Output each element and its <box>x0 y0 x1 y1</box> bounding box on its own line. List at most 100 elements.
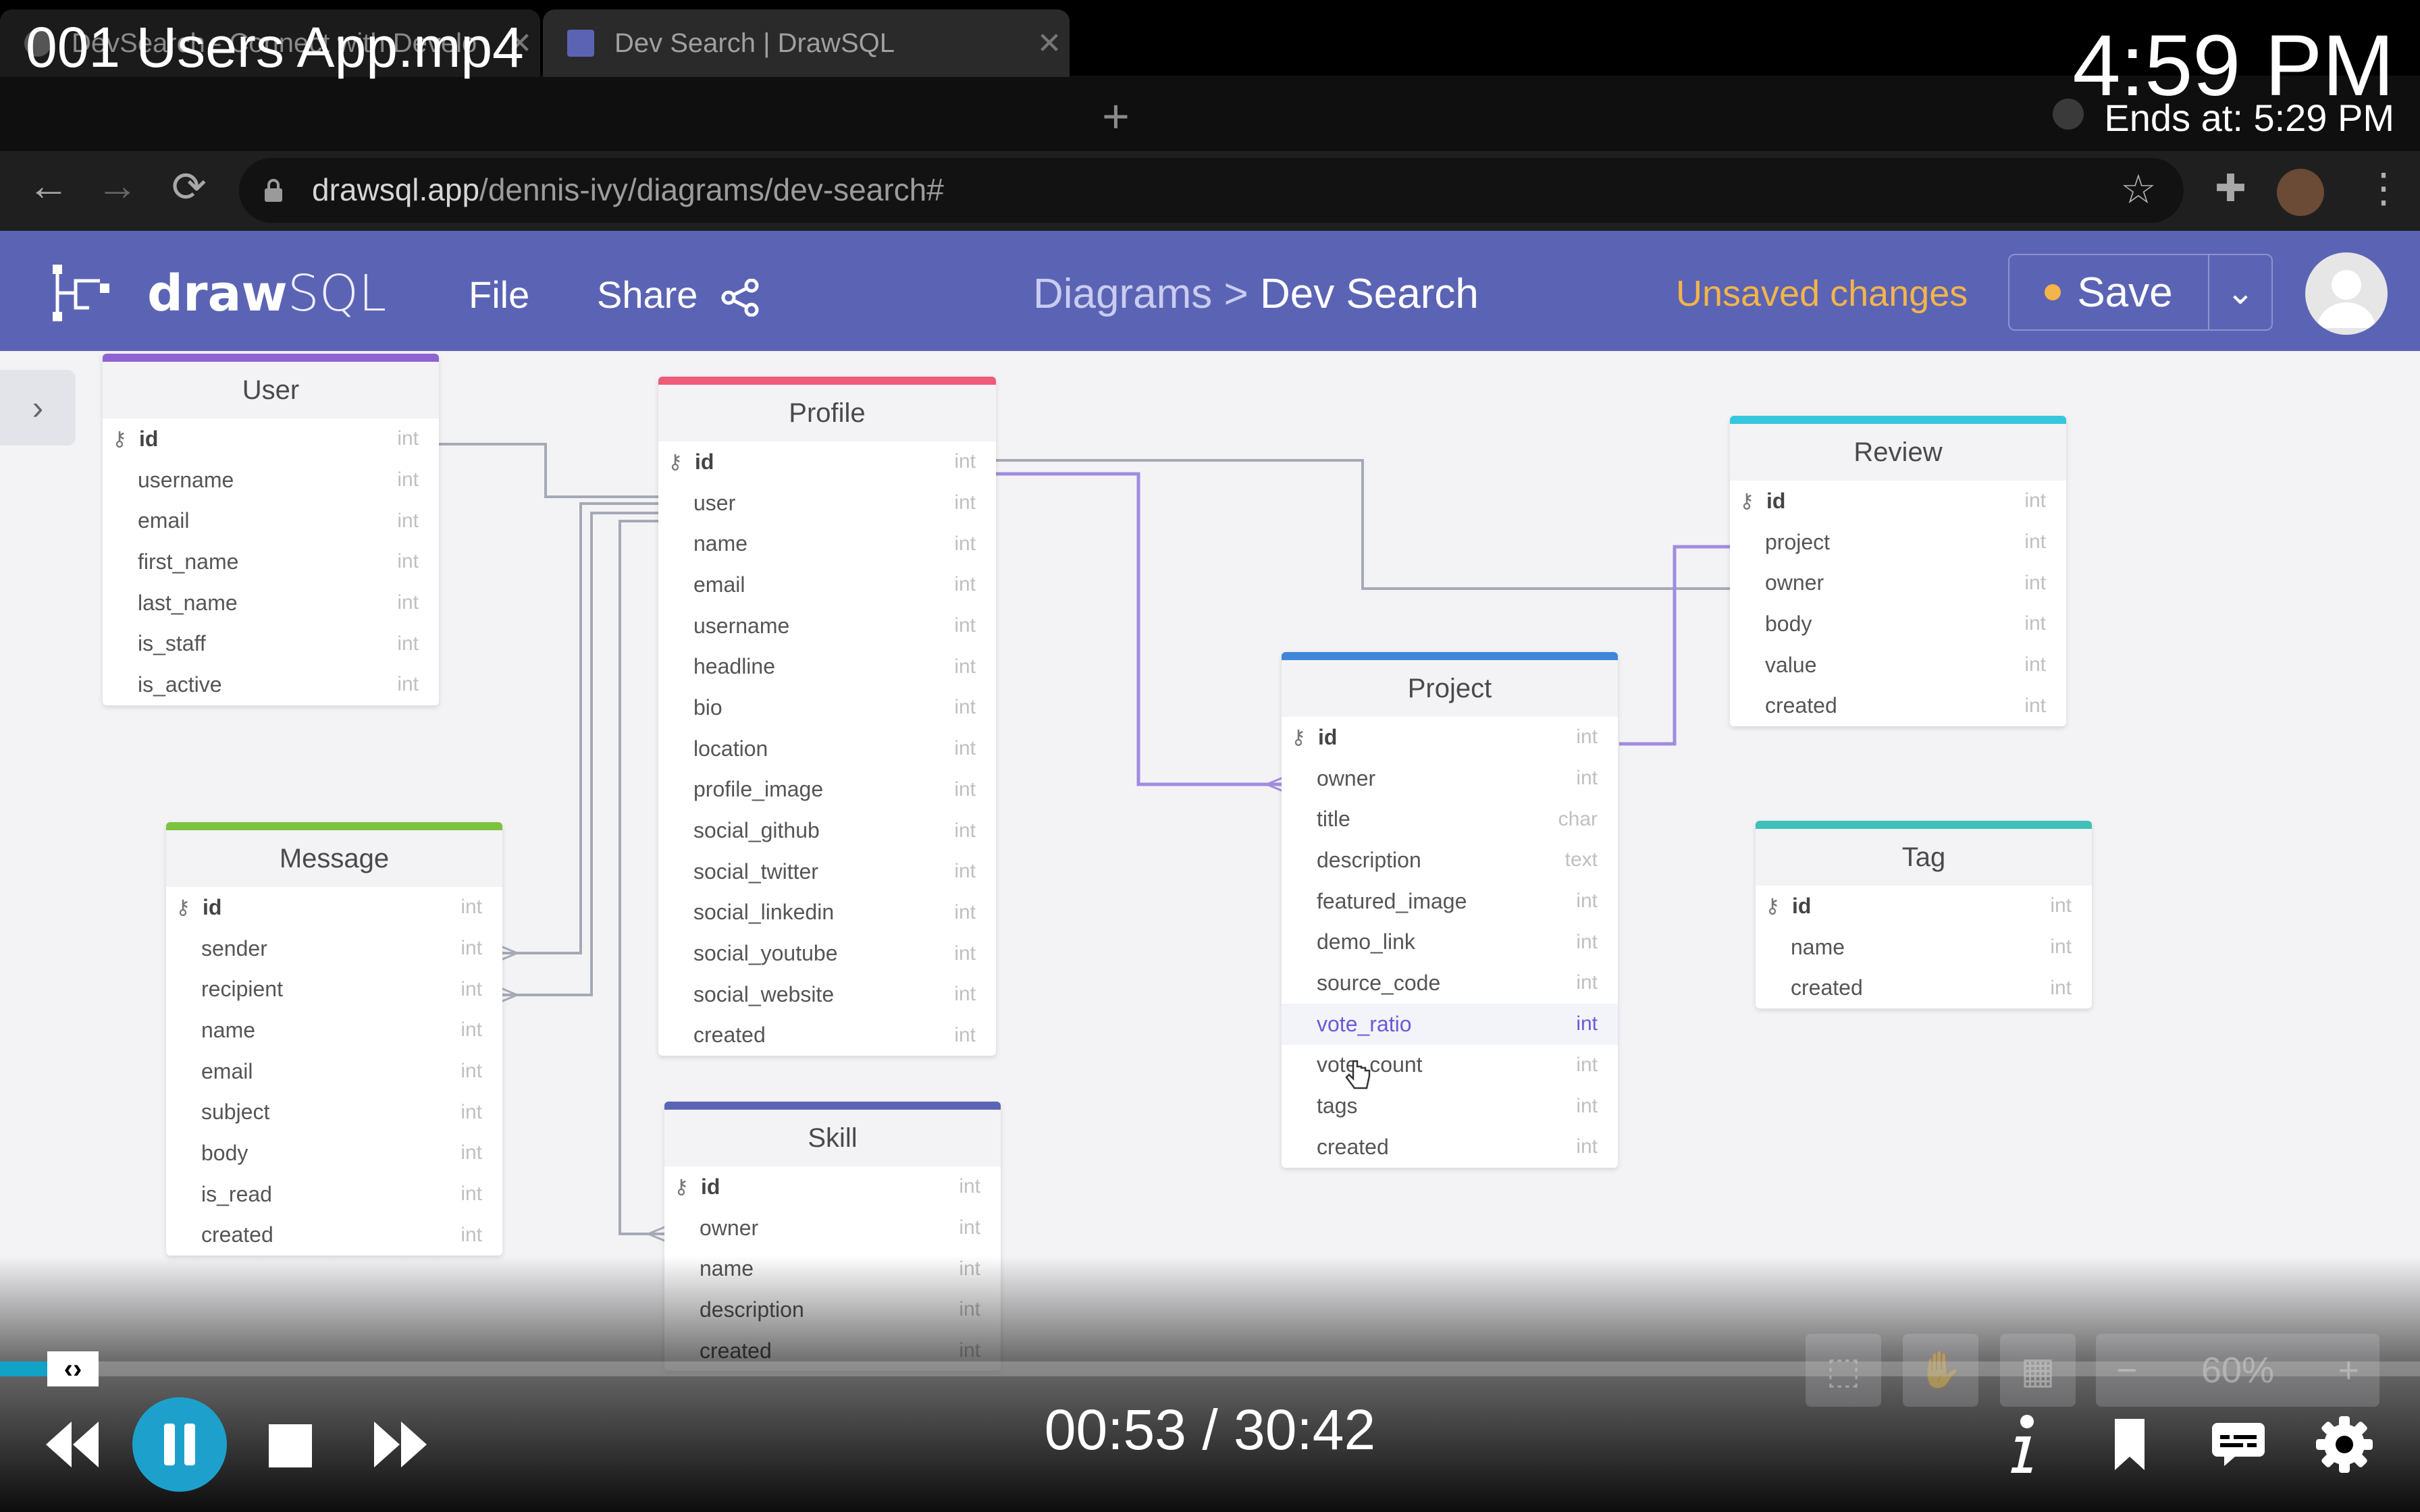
column-row[interactable]: body int <box>166 1133 502 1174</box>
column-row[interactable]: is_read int <box>166 1174 502 1215</box>
column-row[interactable]: ⚷ id int <box>103 418 439 460</box>
column-row[interactable]: created int <box>658 1015 996 1056</box>
column-type: int <box>461 937 482 960</box>
table-message[interactable]: Message ⚷ id int sender int recipient int name in… <box>166 822 502 1256</box>
column-row[interactable]: demo_link int <box>1282 921 1618 963</box>
table-title[interactable]: Tag <box>1756 829 2092 886</box>
stop-icon[interactable] <box>267 1423 313 1469</box>
table-title[interactable]: Project <box>1282 660 1618 717</box>
column-row[interactable]: ⚷ id int <box>1756 886 2092 927</box>
column-type: int <box>1576 971 1598 994</box>
table-review[interactable]: Review ⚷ id int project int owner int body int val… <box>1730 416 2066 727</box>
column-row[interactable]: bio int <box>658 687 996 728</box>
column-type: int <box>1576 767 1598 790</box>
column-type: int <box>954 450 976 473</box>
column-row[interactable]: social_youtube int <box>658 933 996 974</box>
column-type: int <box>461 1060 482 1083</box>
table-title[interactable]: Review <box>1730 424 2066 481</box>
column-name: id <box>1318 724 1338 749</box>
seek-handle[interactable]: ‹› <box>47 1351 99 1386</box>
column-row[interactable]: first_name int <box>103 541 439 583</box>
column-row[interactable]: ⚷ id int <box>664 1166 1001 1208</box>
column-row[interactable]: ⚷ id int <box>658 441 996 483</box>
column-row[interactable]: social_website int <box>658 974 996 1015</box>
rewind-icon[interactable] <box>45 1419 100 1470</box>
column-row[interactable]: username int <box>103 460 439 501</box>
column-row[interactable]: location int <box>658 728 996 770</box>
column-row[interactable]: username int <box>658 605 996 647</box>
table-title[interactable]: Message <box>166 830 502 887</box>
column-row[interactable]: headline int <box>658 646 996 687</box>
column-row[interactable]: social_linkedin int <box>658 892 996 934</box>
column-row[interactable]: created int <box>1730 685 2066 726</box>
table-title[interactable]: User <box>103 362 439 418</box>
column-row[interactable]: project int <box>1730 522 2066 563</box>
column-name: project <box>1765 529 1831 554</box>
column-name: id <box>1792 893 1812 918</box>
column-name: bio <box>693 695 722 720</box>
relation-profile-message-sender <box>501 502 658 954</box>
table-tag[interactable]: Tag ⚷ id int name int created int <box>1756 821 2092 1009</box>
column-row[interactable]: description text <box>1282 840 1618 881</box>
column-type: int <box>954 942 976 965</box>
column-row[interactable]: body int <box>1730 603 2066 645</box>
column-row[interactable]: social_twitter int <box>658 851 996 892</box>
column-type: int <box>954 860 976 883</box>
column-name: title <box>1317 807 1350 832</box>
column-row[interactable]: owner int <box>1730 562 2066 603</box>
table-profile[interactable]: Profile ⚷ id int user int name int email int usern… <box>658 377 996 1056</box>
table-title[interactable]: Skill <box>664 1110 1001 1166</box>
column-row[interactable]: ⚷ id int <box>166 887 502 928</box>
column-row[interactable]: email int <box>166 1051 502 1092</box>
column-type: text <box>1564 848 1598 871</box>
column-row[interactable]: value int <box>1730 645 2066 686</box>
info-icon[interactable] <box>2001 1413 2042 1476</box>
column-row[interactable]: name int <box>1756 927 2092 968</box>
bookmark-icon[interactable] <box>2111 1418 2149 1472</box>
subtitles-icon[interactable] <box>2211 1422 2266 1466</box>
column-row[interactable]: sender int <box>166 928 502 969</box>
column-row[interactable]: created int <box>1756 967 2092 1008</box>
column-row[interactable]: name int <box>166 1010 502 1051</box>
column-row[interactable]: subject int <box>166 1091 502 1133</box>
column-name: demo_link <box>1317 929 1415 954</box>
column-name: headline <box>693 654 775 679</box>
settings-gear-icon[interactable] <box>2315 1415 2374 1474</box>
column-row[interactable]: ⚷ id int <box>1730 481 2066 522</box>
column-row[interactable]: source_code int <box>1282 963 1618 1004</box>
table-project[interactable]: Project ⚷ id int owner int title char descriptio… <box>1282 652 1618 1168</box>
column-type: int <box>461 1223 482 1246</box>
column-row[interactable]: vote_ratio int <box>1282 1003 1618 1045</box>
column-type: int <box>954 614 976 637</box>
column-row[interactable]: is_staff int <box>103 623 439 664</box>
column-type: int <box>2050 936 2072 959</box>
column-row[interactable]: owner int <box>664 1208 1001 1249</box>
column-name: body <box>201 1140 248 1165</box>
column-type: int <box>1576 726 1598 749</box>
column-row[interactable]: email int <box>103 500 439 541</box>
column-row[interactable]: social_github int <box>658 810 996 851</box>
column-row[interactable]: email int <box>658 564 996 605</box>
column-row[interactable]: owner int <box>1282 758 1618 799</box>
column-row[interactable]: featured_image int <box>1282 881 1618 922</box>
column-row[interactable]: created int <box>1282 1127 1618 1168</box>
column-row[interactable]: last_name int <box>103 583 439 624</box>
column-row[interactable]: profile_image int <box>658 770 996 811</box>
column-row[interactable]: title char <box>1282 799 1618 840</box>
column-row[interactable]: ⚷ id int <box>1282 717 1618 758</box>
seek-bar[interactable] <box>0 1361 2420 1376</box>
column-row[interactable]: tags int <box>1282 1085 1618 1127</box>
column-row[interactable]: name int <box>658 523 996 564</box>
column-row[interactable]: is_active int <box>103 664 439 705</box>
column-type: int <box>954 1023 976 1046</box>
fast-forward-icon[interactable] <box>373 1419 428 1470</box>
pause-button[interactable] <box>132 1397 227 1492</box>
column-row[interactable]: user int <box>658 483 996 524</box>
table-user[interactable]: User ⚷ id int username int email int first_name i… <box>103 354 439 705</box>
column-row[interactable]: created int <box>166 1215 502 1256</box>
table-title[interactable]: Profile <box>658 385 996 441</box>
column-row[interactable]: vote_count int <box>1282 1045 1618 1086</box>
column-type: int <box>1576 890 1598 913</box>
column-row[interactable]: recipient int <box>166 969 502 1010</box>
column-type: int <box>397 591 419 614</box>
